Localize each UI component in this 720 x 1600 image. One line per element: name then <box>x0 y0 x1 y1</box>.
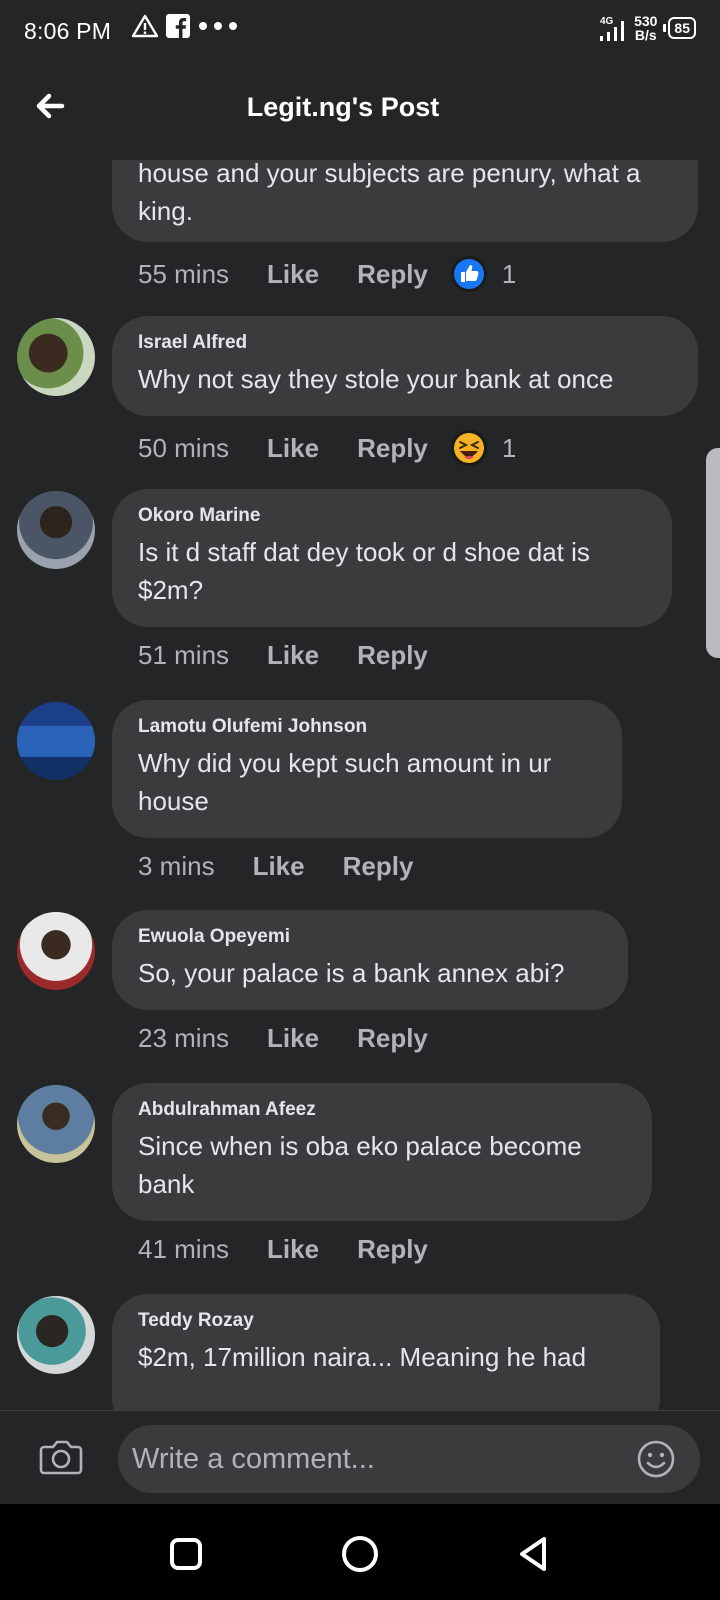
comment-text: Why not say they stole your bank at once <box>138 364 614 394</box>
like-button[interactable]: Like <box>267 433 319 464</box>
recent-apps-icon[interactable] <box>166 1534 206 1574</box>
commenter-name[interactable]: Okoro Marine <box>138 505 646 527</box>
reply-button[interactable]: Reply <box>357 1234 428 1265</box>
back-icon[interactable] <box>514 1534 554 1574</box>
comment-time: 41 mins <box>138 1234 230 1264</box>
comment-text: Is it d staff dat dey took or d shoe dat… <box>138 537 590 605</box>
like-button[interactable]: Like <box>267 1023 319 1054</box>
signal-icon: 4G <box>600 16 625 41</box>
avatar[interactable] <box>17 912 95 990</box>
home-icon[interactable] <box>340 1534 380 1574</box>
avatar[interactable] <box>17 318 95 396</box>
reply-button[interactable]: Reply <box>357 433 428 464</box>
avatar[interactable] <box>17 1085 95 1163</box>
reply-button[interactable]: Reply <box>357 640 428 671</box>
comment-time: 23 mins <box>138 1023 230 1053</box>
comment-composer <box>0 1410 720 1505</box>
comment-input[interactable] <box>118 1425 700 1493</box>
battery-level: 85 <box>668 17 696 39</box>
comment-text: house and your subjects are penury, what… <box>138 158 641 226</box>
reply-button[interactable]: Reply <box>357 259 428 290</box>
network-type: 4G <box>600 16 614 27</box>
network-speed-value: 530 <box>634 13 658 29</box>
system-indicators: 4G 530 B/s 85 <box>598 14 696 42</box>
camera-icon[interactable] <box>38 1433 84 1479</box>
system-navigation-bar <box>0 1504 720 1600</box>
commenter-name[interactable]: Teddy Rozay <box>138 1310 634 1332</box>
more-notifications-icon <box>199 22 237 30</box>
comment-text: So, your palace is a bank annex abi? <box>138 958 565 988</box>
comment-text: $2m, 17million naira... Meaning he had <box>138 1342 587 1372</box>
comment-bubble[interactable]: Israel Alfred Why not say they stole you… <box>112 316 698 416</box>
page-title: Legit.ng's Post <box>246 92 440 122</box>
comment-time: 3 mins <box>138 851 215 881</box>
comment-actions: 41 mins Like Reply <box>138 1234 428 1265</box>
haha-reaction-icon <box>450 430 487 466</box>
like-button[interactable]: Like <box>267 640 319 671</box>
status-time: 8:06 PM <box>24 18 112 44</box>
comment-actions: 3 mins Like Reply <box>138 851 413 882</box>
commenter-name[interactable]: Abdulrahman Afeez <box>138 1099 626 1121</box>
scrollbar-thumb[interactable] <box>706 448 720 658</box>
comments-list[interactable]: house and your subjects are penury, what… <box>0 158 720 1410</box>
comment-time: 55 mins <box>138 258 230 289</box>
commenter-name[interactable]: Israel Alfred <box>138 332 672 354</box>
comment-time: 51 mins <box>138 640 230 670</box>
comment-text: Since when is oba eko palace become bank <box>138 1131 582 1199</box>
notification-icons <box>132 14 238 38</box>
like-button[interactable]: Like <box>267 259 319 290</box>
battery-icon: 85 <box>663 17 696 39</box>
like-button[interactable]: Like <box>267 1234 319 1265</box>
comment-bubble[interactable]: Ewuola Opeyemi So, your palace is a bank… <box>112 910 628 1010</box>
comment-bubble[interactable]: Abdulrahman Afeez Since when is oba eko … <box>112 1083 652 1221</box>
like-button[interactable]: Like <box>253 851 305 882</box>
reply-button[interactable]: Reply <box>343 851 414 882</box>
network-speed: 530 B/s <box>634 14 657 42</box>
comment-bubble[interactable]: Teddy Rozay $2m, 17million naira... Mean… <box>112 1294 660 1410</box>
reaction-count: 1 <box>501 432 517 463</box>
comment-actions: 23 mins Like Reply <box>138 1023 428 1054</box>
avatar[interactable] <box>17 1296 95 1374</box>
reaction-summary[interactable]: 1 <box>450 429 516 467</box>
reaction-count: 1 <box>501 258 517 289</box>
status-bar: 8:06 PM 4G 530 B/s 85 <box>0 0 720 64</box>
comment-bubble[interactable]: Lamotu Olufemi Johnson Why did you kept … <box>112 700 622 838</box>
emoji-icon[interactable] <box>636 1439 676 1479</box>
comment-time: 50 mins <box>138 432 230 463</box>
network-speed-unit: B/s <box>634 27 657 43</box>
reply-button[interactable]: Reply <box>357 1023 428 1054</box>
facebook-icon <box>166 14 190 38</box>
commenter-name[interactable]: Lamotu Olufemi Johnson <box>138 716 596 738</box>
comment-actions: 51 mins Like Reply <box>138 640 428 671</box>
comment-actions: 50 mins Like Reply 1 <box>138 429 516 467</box>
avatar[interactable] <box>17 491 95 569</box>
avatar[interactable] <box>17 702 95 780</box>
comment-text: Why did you kept such amount in ur house <box>138 748 552 816</box>
commenter-name[interactable]: Ewuola Opeyemi <box>138 926 602 948</box>
comment-actions: 55 mins Like Reply 1 <box>138 255 516 293</box>
comment-bubble[interactable]: Okoro Marine Is it d staff dat dey took … <box>112 489 672 627</box>
post-header: Legit.ng's Post <box>0 64 720 160</box>
comment-bubble[interactable]: house and your subjects are penury, what… <box>112 158 698 242</box>
warning-icon <box>132 14 158 38</box>
reaction-summary[interactable]: 1 <box>450 255 516 293</box>
like-reaction-icon <box>450 256 487 292</box>
